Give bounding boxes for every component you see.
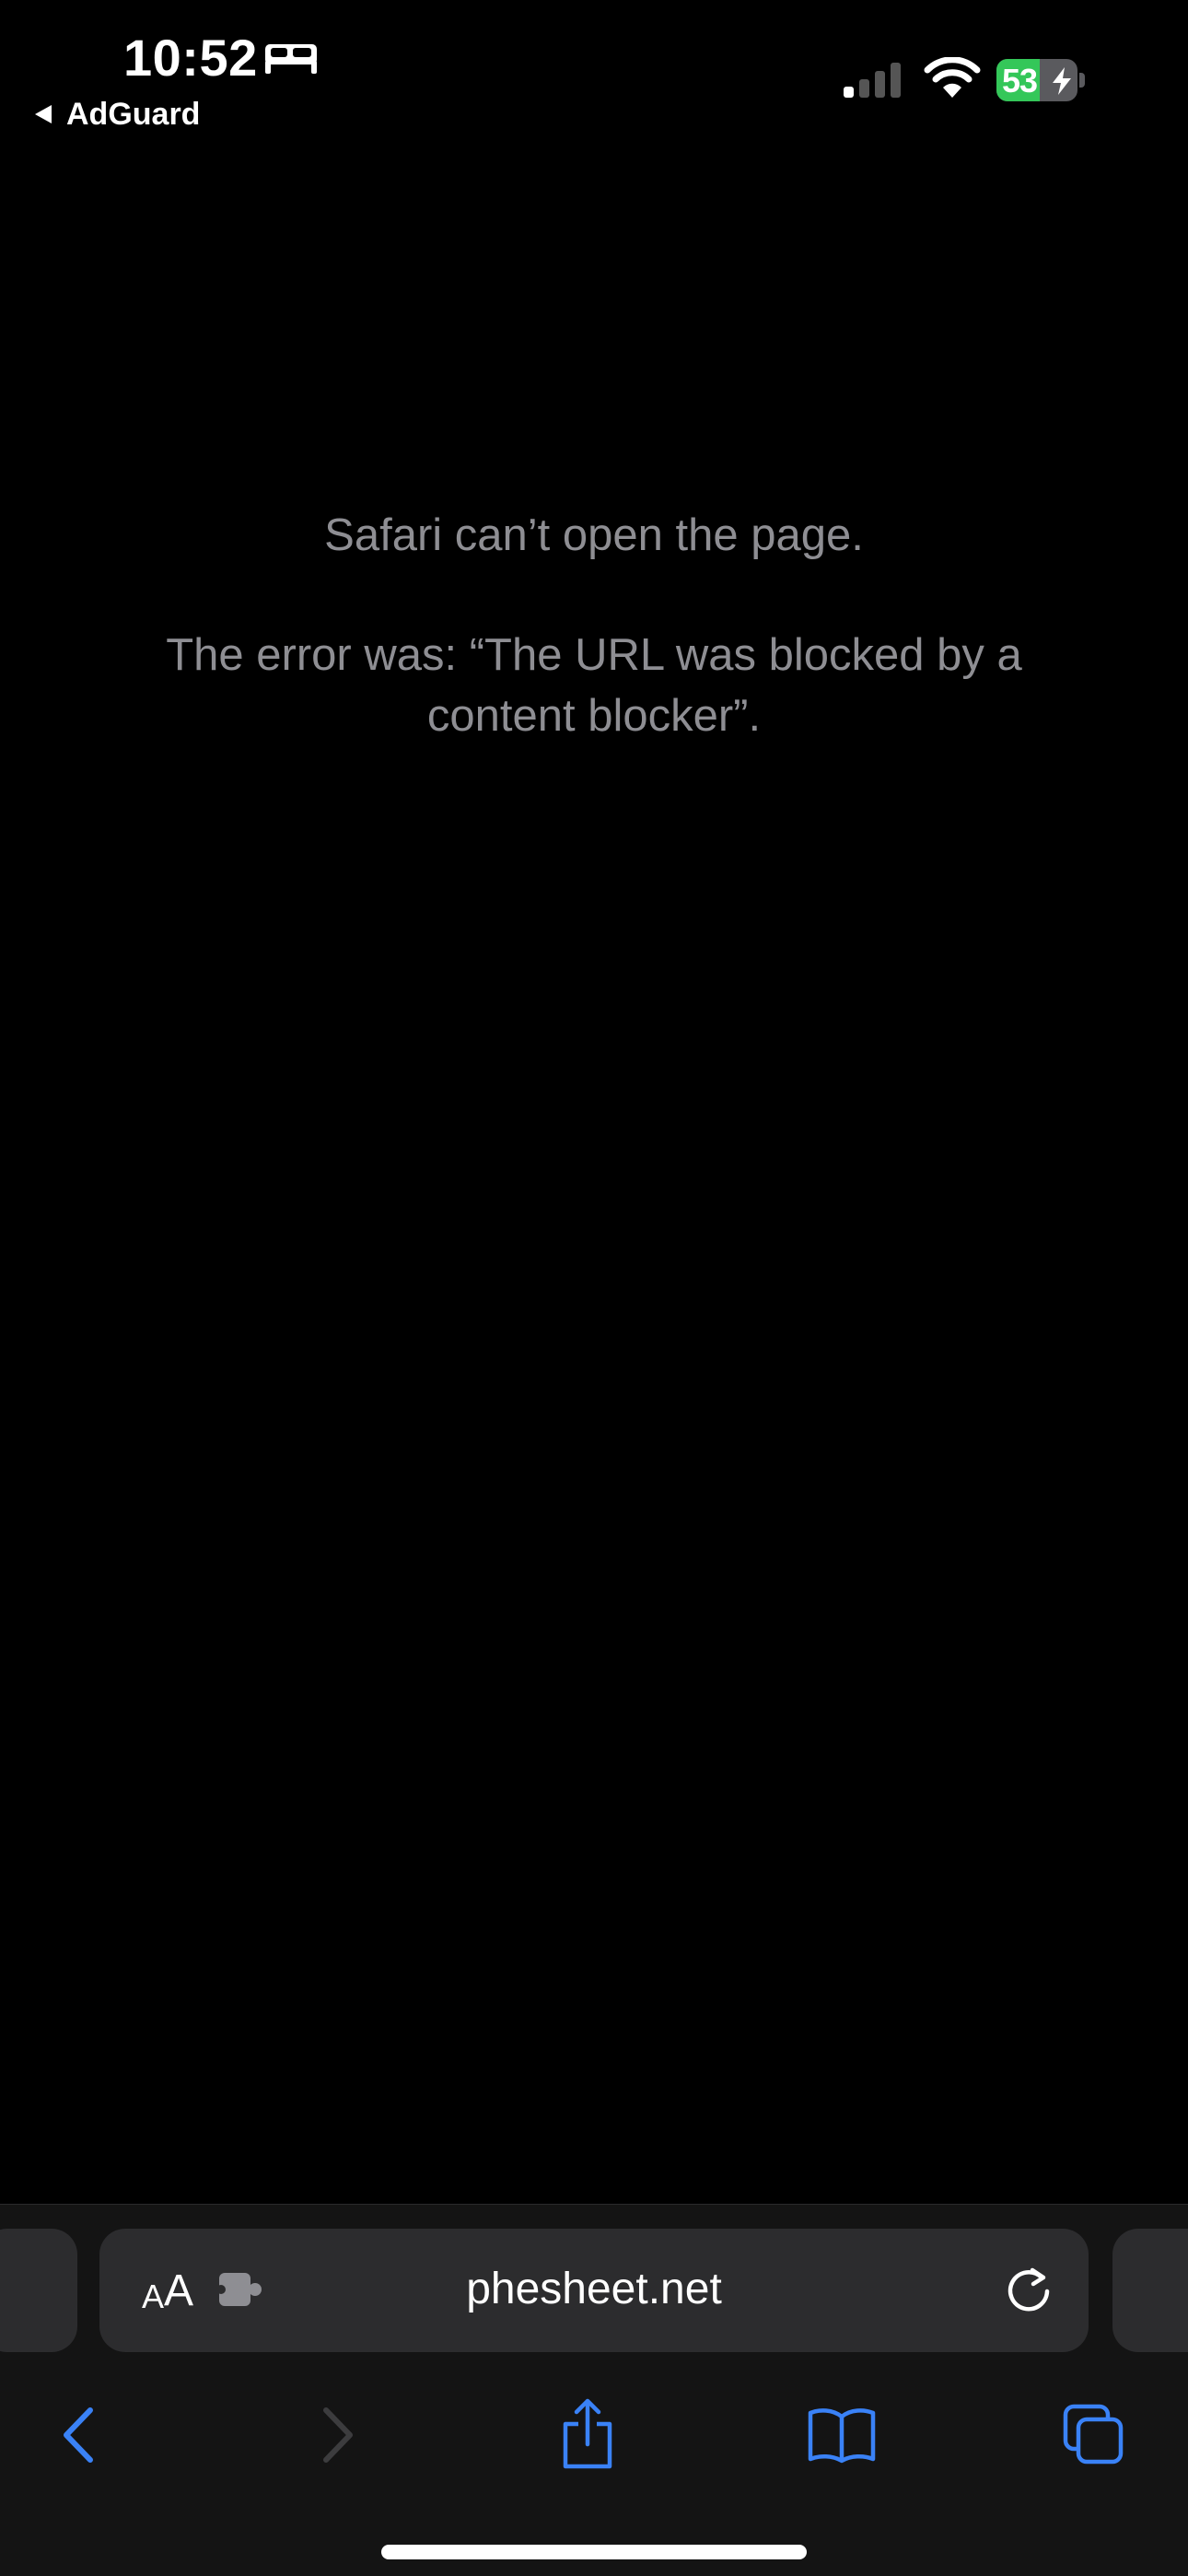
back-icon — [64, 2407, 93, 2463]
tabs-button[interactable] — [1039, 2380, 1149, 2490]
charging-bolt-icon — [1053, 67, 1071, 95]
battery-icon: 53 — [996, 59, 1085, 101]
back-button[interactable] — [24, 2380, 134, 2490]
error-title: Safari can’t open the page. — [324, 510, 864, 560]
back-app-label: AdGuard — [66, 96, 201, 132]
share-button[interactable] — [532, 2380, 643, 2490]
previous-tab-peek[interactable] — [0, 2229, 77, 2352]
address-bar[interactable]: A A phesheet.net — [99, 2229, 1089, 2352]
back-to-app-button[interactable]: AdGuard — [33, 96, 200, 133]
tabs-icon — [1063, 2404, 1124, 2465]
reload-icon[interactable] — [1002, 2264, 1055, 2317]
navigation-bar — [0, 2380, 1188, 2490]
signal-icon — [844, 63, 901, 98]
forward-button[interactable] — [282, 2380, 392, 2490]
back-triangle-icon — [35, 105, 52, 123]
error-detail: The error was: “The URL was blocked by a… — [166, 630, 1022, 741]
bed-icon — [265, 44, 317, 74]
forward-icon — [323, 2407, 353, 2463]
share-icon — [563, 2398, 612, 2469]
bookmarks-button[interactable] — [786, 2380, 897, 2490]
home-indicator[interactable] — [381, 2545, 807, 2559]
bookmarks-icon — [808, 2408, 876, 2464]
safari-bottom-toolbar: A A phesheet.net — [0, 2204, 1188, 2576]
status-time: 10:52 — [123, 29, 258, 87]
next-tab-peek[interactable] — [1112, 2229, 1188, 2352]
wifi-icon — [924, 57, 981, 98]
status-bar: 10:52 AdGuard 53 — [0, 0, 1188, 138]
battery-percent: 53 — [1002, 62, 1038, 100]
url-text[interactable]: phesheet.net — [99, 2264, 1089, 2314]
